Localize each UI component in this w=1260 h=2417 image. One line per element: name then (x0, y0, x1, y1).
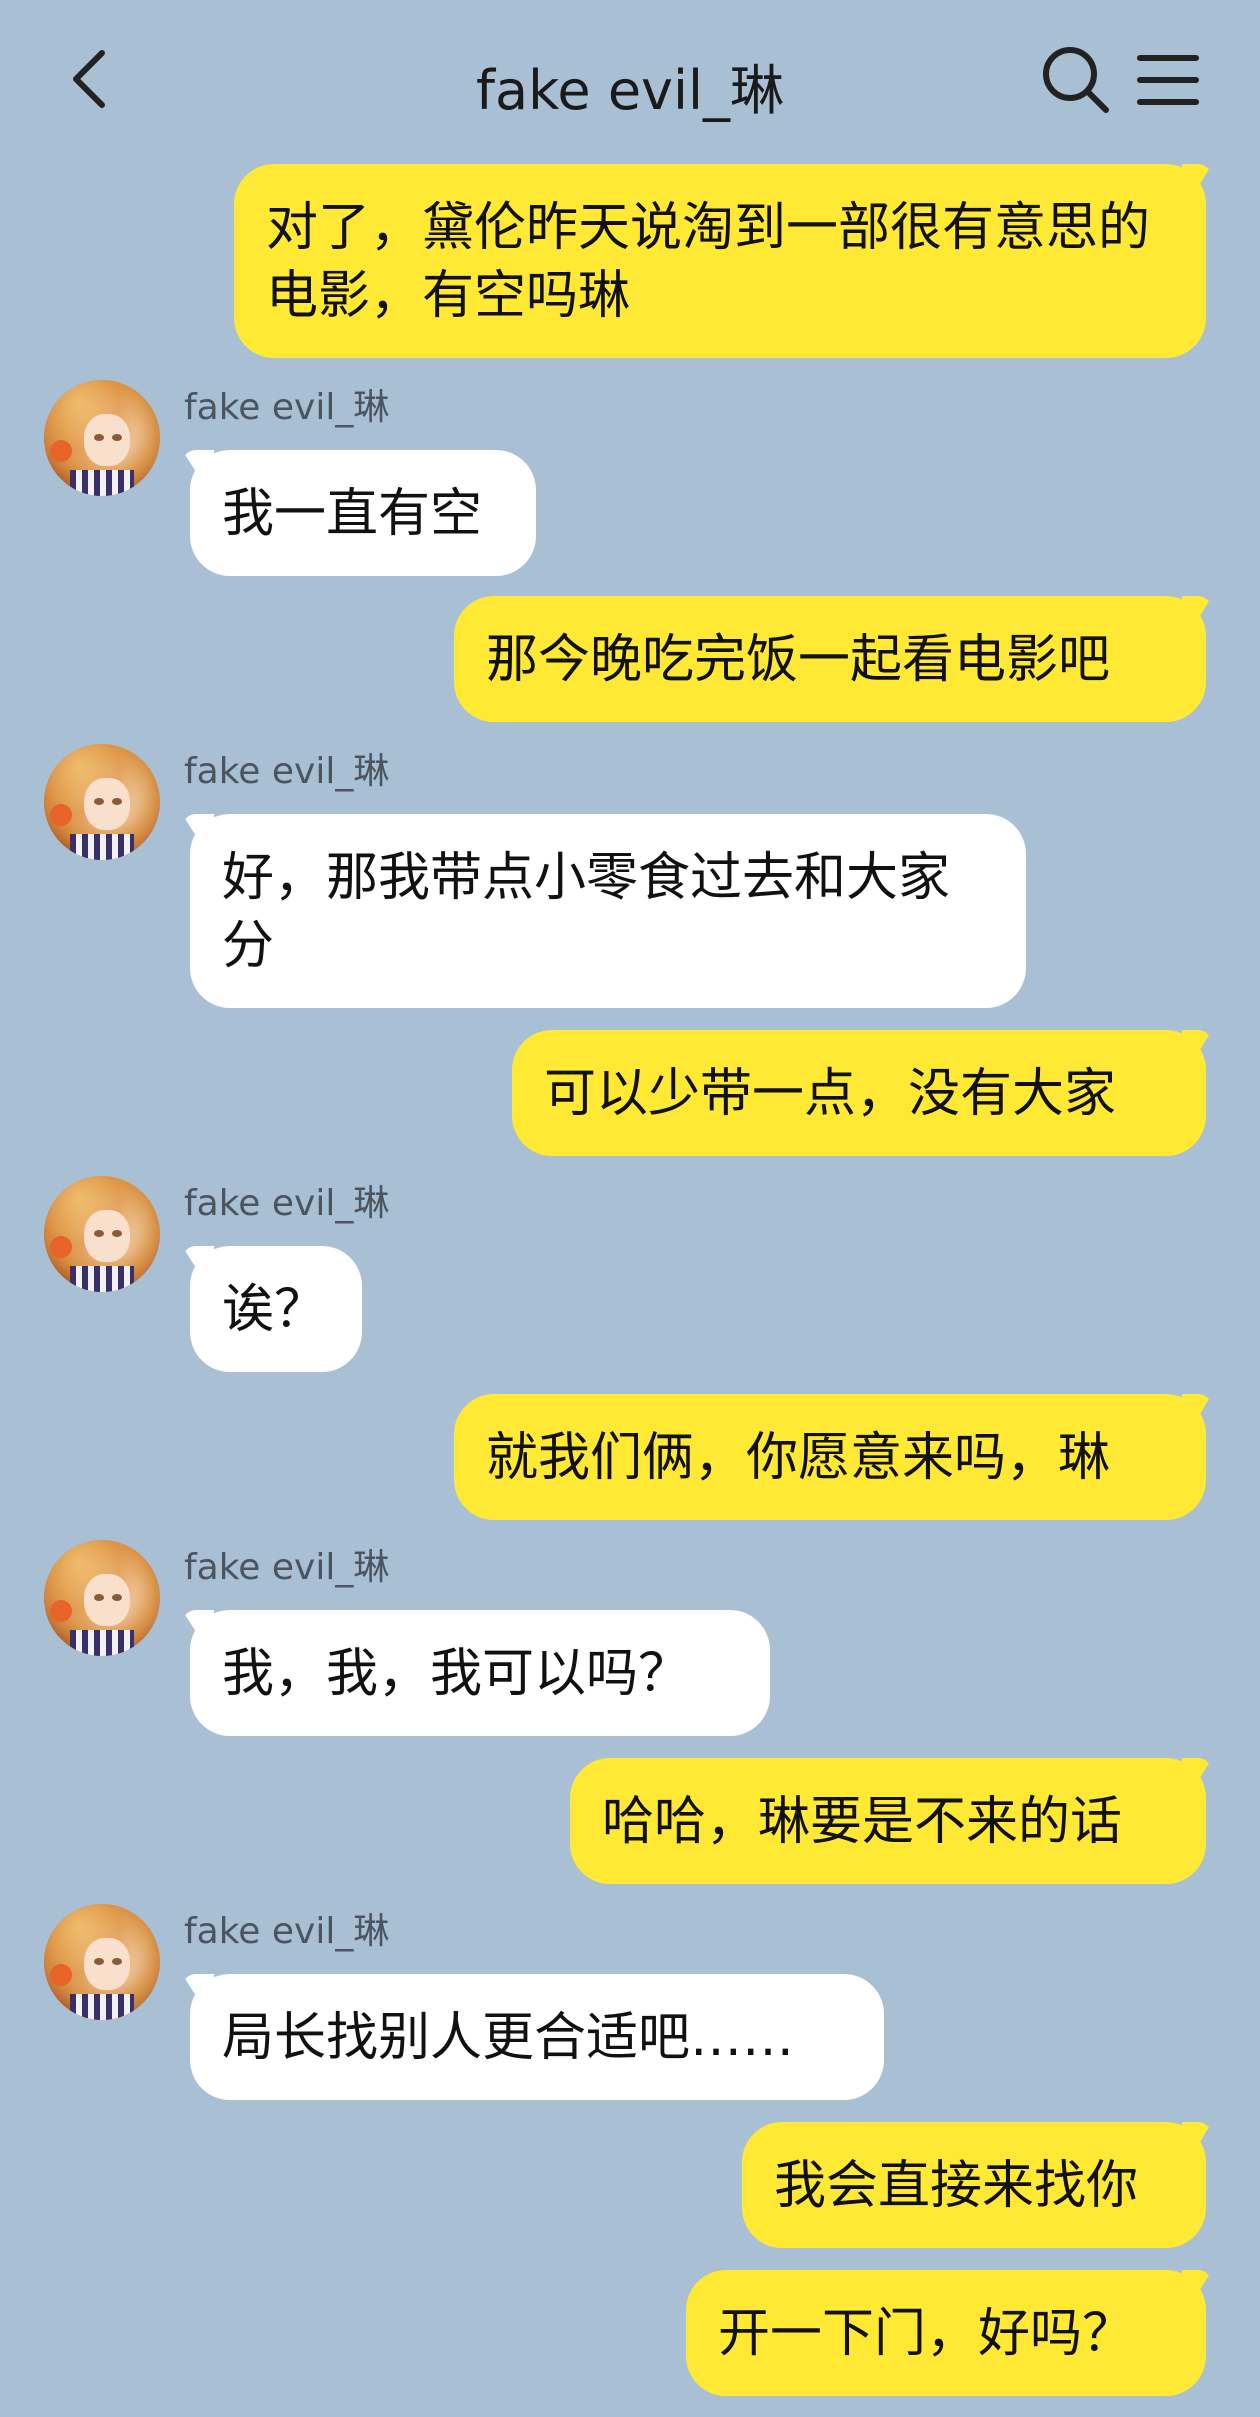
outgoing-message-bubble[interactable]: 可以少带一点，没有大家 (512, 1030, 1206, 1156)
outgoing-message-bubble[interactable]: 对了，黛伦昨天说淘到一部很有意思的电影，有空吗琳 (234, 164, 1206, 358)
incoming-message-bubble[interactable]: 局长找别人更合适吧…… (190, 1974, 884, 2100)
message-row-outgoing: 哈哈，琳要是不来的话 (570, 1758, 1206, 1884)
sender-name: fake evil_琳 (184, 1183, 390, 1224)
avatar[interactable] (44, 380, 160, 496)
outgoing-message-bubble[interactable]: 那今晚吃完饭一起看电影吧 (454, 596, 1206, 722)
sender-name: fake evil_琳 (184, 387, 390, 428)
message-row-outgoing: 那今晚吃完饭一起看电影吧 (454, 596, 1206, 722)
message-text: 我会直接来找你 (774, 2156, 1139, 2216)
sender-name: fake evil_琳 (184, 1911, 390, 1952)
message-text: 那今晚吃完饭一起看电影吧 (486, 630, 1111, 690)
message-row-incoming: 局长找别人更合适吧…… (190, 1974, 884, 2100)
message-row-incoming: 我一直有空 (190, 450, 536, 576)
message-row-outgoing: 就我们俩，你愿意来吗，琳 (454, 1394, 1206, 1520)
message-text: 我一直有空 (222, 484, 483, 544)
message-text: 好，那我带点小零食过去和大家分 (222, 848, 951, 976)
incoming-message-bubble[interactable]: 诶？ (190, 1246, 362, 1372)
outgoing-message-bubble[interactable]: 就我们俩，你愿意来吗，琳 (454, 1394, 1206, 1520)
outgoing-message-bubble[interactable]: 开一下门，好吗？ (686, 2270, 1206, 2396)
message-text: 开一下门，好吗？ (718, 2304, 1135, 2364)
message-text: 我，我，我可以吗？ (222, 1644, 691, 1704)
message-row-incoming: 诶？ (190, 1246, 362, 1372)
incoming-message-bubble[interactable]: 我一直有空 (190, 450, 536, 576)
message-row-outgoing: 我会直接来找你 (742, 2122, 1206, 2248)
message-text: 就我们俩，你愿意来吗，琳 (486, 1428, 1111, 1488)
avatar[interactable] (44, 1904, 160, 2020)
message-text: 哈哈，琳要是不来的话 (602, 1792, 1123, 1852)
message-row-incoming: 我，我，我可以吗？ (190, 1610, 770, 1736)
message-text: 对了，黛伦昨天说淘到一部很有意思的电影，有空吗琳 (266, 198, 1151, 326)
incoming-message-bubble[interactable]: 好，那我带点小零食过去和大家分 (190, 814, 1026, 1008)
message-list: 对了，黛伦昨天说淘到一部很有意思的电影，有空吗琳 fake evil_琳 我一直… (0, 0, 1260, 2417)
avatar[interactable] (44, 1176, 160, 1292)
message-row-outgoing: 开一下门，好吗？ (686, 2270, 1206, 2396)
sender-name: fake evil_琳 (184, 751, 390, 792)
avatar[interactable] (44, 744, 160, 860)
message-row-outgoing: 对了，黛伦昨天说淘到一部很有意思的电影，有空吗琳 (234, 164, 1206, 358)
avatar[interactable] (44, 1540, 160, 1656)
incoming-message-bubble[interactable]: 我，我，我可以吗？ (190, 1610, 770, 1736)
message-row-outgoing: 可以少带一点，没有大家 (512, 1030, 1206, 1156)
message-row-incoming: 好，那我带点小零食过去和大家分 (190, 814, 1026, 1008)
outgoing-message-bubble[interactable]: 哈哈，琳要是不来的话 (570, 1758, 1206, 1884)
outgoing-message-bubble[interactable]: 我会直接来找你 (742, 2122, 1206, 2248)
message-text: 诶？ (222, 1280, 327, 1340)
sender-name: fake evil_琳 (184, 1547, 390, 1588)
message-text: 可以少带一点，没有大家 (544, 1064, 1117, 1124)
message-text: 局长找别人更合适吧…… (222, 2008, 795, 2068)
